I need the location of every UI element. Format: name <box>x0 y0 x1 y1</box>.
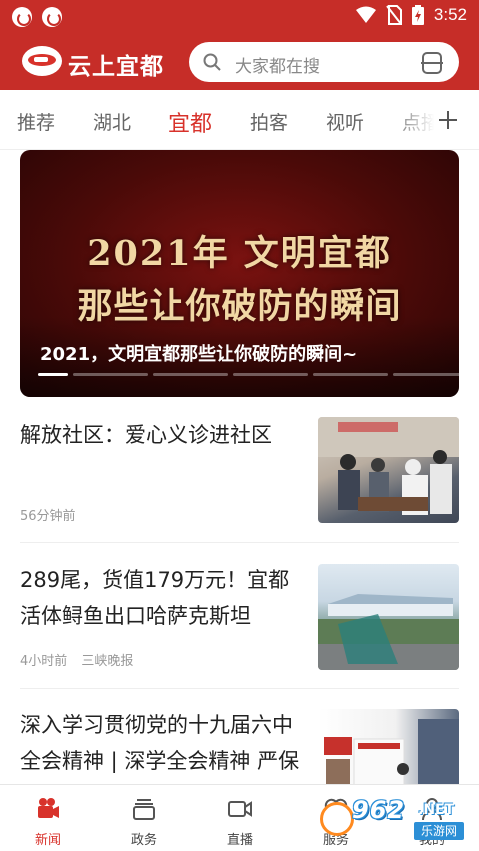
news-source: 三峡晚报 <box>81 654 134 669</box>
app-header: 云上宜都 大家都在搜 <box>0 33 479 90</box>
tab-hubei[interactable]: 湖北 <box>93 108 131 135</box>
tab-shiting[interactable]: 视听 <box>326 108 364 135</box>
tab-paike[interactable]: 拍客 <box>250 108 288 135</box>
no-sim-icon <box>386 5 402 25</box>
app-logo-icon <box>22 46 62 76</box>
carousel-dot[interactable] <box>393 373 459 376</box>
site-watermark: 962 .NET 乐游网 <box>320 792 470 848</box>
nav-government[interactable]: 政务 <box>96 785 192 851</box>
nav-label: 新闻 <box>34 833 61 848</box>
divider <box>20 688 459 689</box>
news-time: 56分钟前 <box>20 509 76 524</box>
status-time: 3:52 <box>433 5 467 24</box>
news-time: 4小时前 <box>20 654 68 669</box>
carousel-dot[interactable] <box>38 373 68 376</box>
search-placeholder: 大家都在搜 <box>235 57 320 77</box>
news-item[interactable]: 289尾，货值179万元！宜都活体鲟鱼出口哈萨克斯坦 4小时前 三峡晚报 <box>20 562 459 670</box>
news-item[interactable]: 解放社区：爱心义诊进社区 56分钟前 <box>20 417 459 524</box>
battery-charging-icon <box>411 5 424 25</box>
notification-app-icon <box>12 7 32 27</box>
carousel-dot[interactable] <box>233 373 308 376</box>
status-notifications <box>12 7 62 27</box>
watermark-site: 乐游网 <box>414 822 464 840</box>
banner-carousel[interactable]: 2021年 文明宜都 那些让你破防的瞬间 2021，文明宜都那些让你破防的瞬间~ <box>20 150 459 397</box>
watermark-suffix: .NET <box>418 802 455 818</box>
watermark-badge-icon <box>320 802 354 836</box>
wifi-icon <box>355 6 376 23</box>
carousel-dot[interactable] <box>313 373 388 376</box>
carousel-indicators <box>38 373 459 376</box>
news-title: 解放社区：爱心义诊进社区 <box>20 423 272 447</box>
news-title: 深入学习贯彻党的十九届六中全会精神 | 深学全会精神 严保燃气安全 <box>20 713 300 773</box>
scan-icon[interactable] <box>421 52 443 74</box>
app-title: 云上宜都 <box>68 54 164 80</box>
fish-farm-photo <box>318 594 459 670</box>
channel-tabs: 推荐 湖北 宜都 拍客 视听 点播 <box>0 90 479 150</box>
divider <box>20 542 459 543</box>
status-indicators: 3:52 <box>355 5 467 25</box>
nav-news[interactable]: 新闻 <box>0 785 96 851</box>
tab-recommend[interactable]: 推荐 <box>17 108 55 135</box>
tab-yidu[interactable]: 宜都 <box>168 106 212 138</box>
carousel-dot[interactable] <box>153 373 228 376</box>
exhibition-photo <box>324 719 459 784</box>
carousel-dot[interactable] <box>73 373 148 376</box>
banner-caption: 2021，文明宜都那些让你破防的瞬间~ <box>40 344 358 365</box>
status-bar: 3:52 <box>0 0 479 33</box>
nav-live[interactable]: 直播 <box>192 785 288 851</box>
video-camera-icon <box>38 798 59 818</box>
nav-label: 政务 <box>130 833 157 848</box>
tab-fade <box>390 100 434 140</box>
news-item[interactable]: 深入学习贯彻党的十九届六中全会精神 | 深学全会精神 严保燃气安全 <box>20 707 459 784</box>
watermark-number: 962 <box>352 796 406 824</box>
search-icon <box>203 53 221 71</box>
nav-label: 直播 <box>226 833 253 848</box>
banner-image-text: 2021年 文明宜都 <box>87 233 392 274</box>
add-channel-icon[interactable] <box>434 106 462 134</box>
news-thumbnail <box>318 709 459 784</box>
news-thumbnail <box>318 564 459 670</box>
search-box[interactable]: 大家都在搜 <box>189 42 459 82</box>
notification-app-icon <box>42 7 62 27</box>
document-stack-icon <box>133 799 155 820</box>
live-video-icon <box>228 801 252 817</box>
news-title: 289尾，货值179万元！宜都活体鲟鱼出口哈萨克斯坦 <box>20 568 290 628</box>
news-meta: 4小时前 三峡晚报 <box>20 650 133 669</box>
news-thumbnail <box>318 417 459 523</box>
clinic-photo <box>318 417 459 515</box>
